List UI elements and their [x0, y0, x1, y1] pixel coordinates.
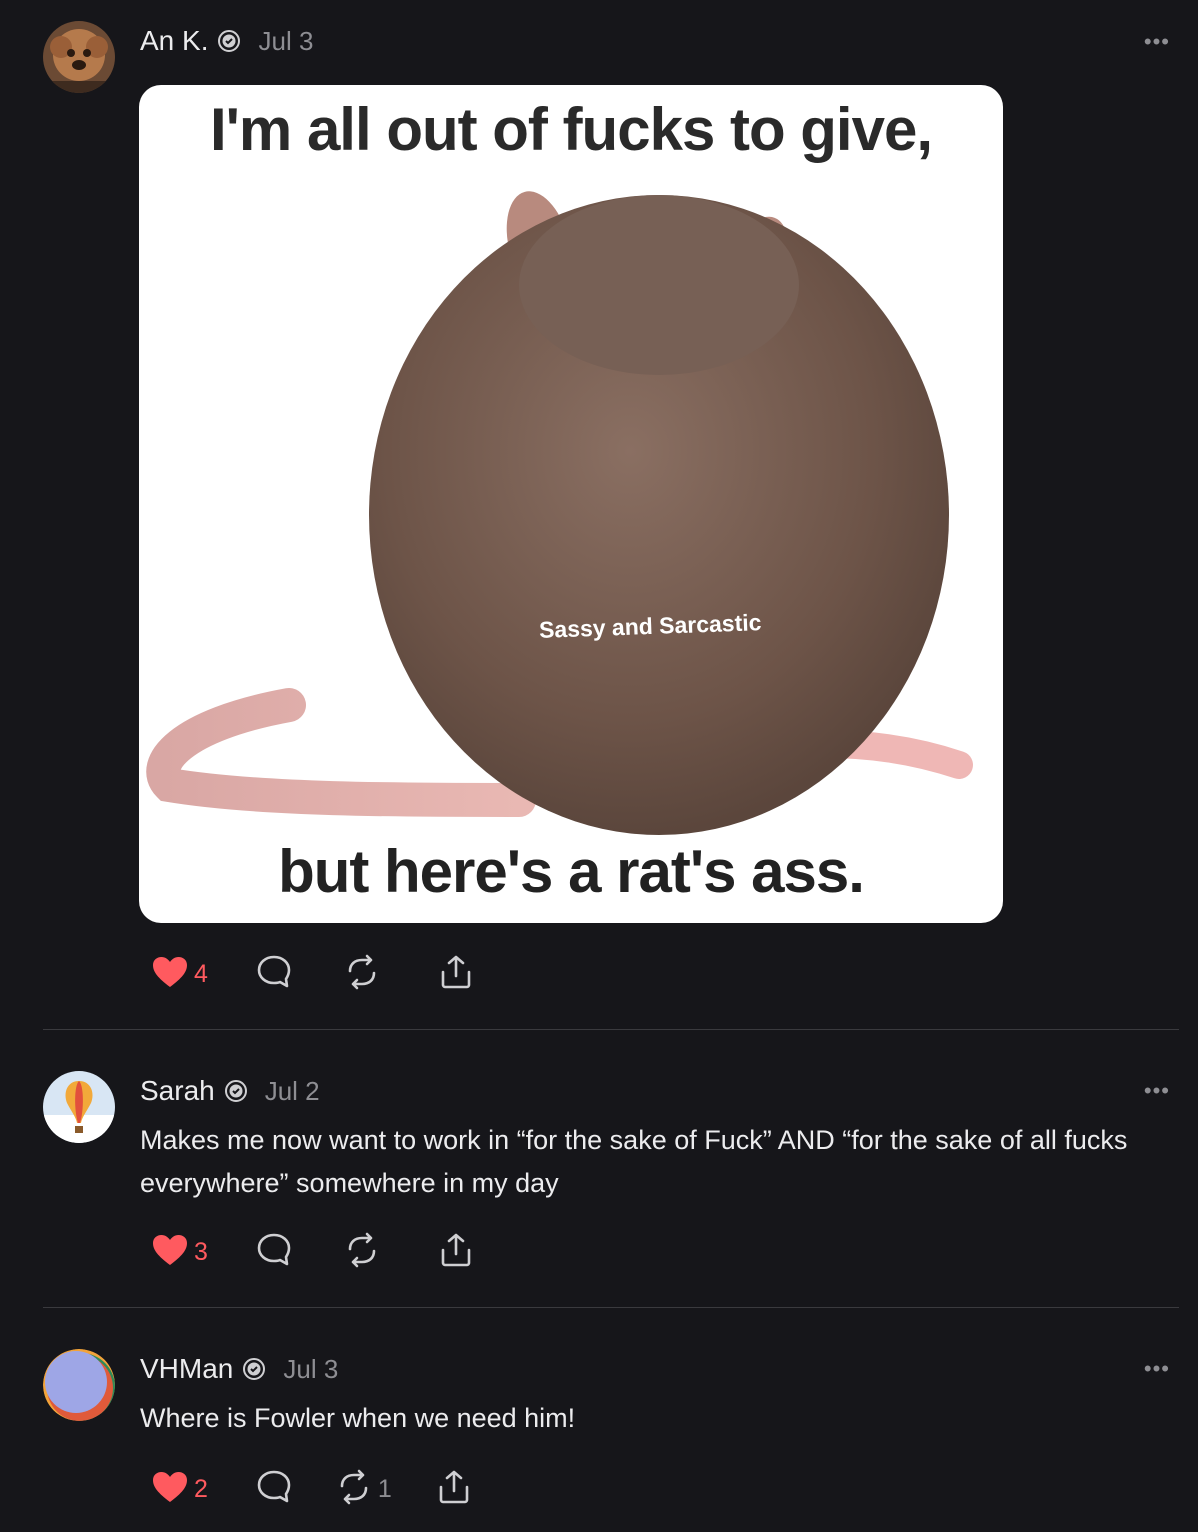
- heart-icon: [152, 1234, 188, 1271]
- avatar-an-k[interactable]: [43, 21, 115, 93]
- like-count: 2: [194, 1474, 208, 1503]
- more-icon[interactable]: •••: [1144, 1358, 1170, 1380]
- comment-button[interactable]: [256, 954, 292, 995]
- like-count: 4: [194, 959, 208, 988]
- repost-button[interactable]: [344, 1232, 386, 1273]
- post-header: Sarah Jul 2: [140, 1073, 320, 1109]
- more-icon[interactable]: •••: [1144, 31, 1170, 53]
- verified-badge-icon: [224, 1080, 247, 1102]
- avatar-sarah[interactable]: [43, 1071, 115, 1143]
- share-icon: [436, 1469, 472, 1510]
- post-actions: 2 1: [152, 1466, 472, 1512]
- comment-button[interactable]: [256, 1469, 292, 1510]
- like-button[interactable]: 4: [152, 956, 208, 993]
- more-icon[interactable]: •••: [1144, 1080, 1170, 1102]
- post-header: An K. Jul 3: [140, 23, 313, 59]
- repost-count: 1: [377, 1474, 392, 1503]
- post-divider: [43, 1029, 1179, 1030]
- comment-icon: [256, 954, 292, 995]
- share-icon: [438, 1232, 474, 1273]
- comment-button[interactable]: [256, 1232, 292, 1273]
- heart-icon: [152, 956, 188, 993]
- author-name[interactable]: An K.: [140, 25, 208, 57]
- repost-button[interactable]: 1: [336, 1469, 392, 1510]
- post-text: Makes me now want to work in “for the sa…: [140, 1125, 1128, 1198]
- share-icon: [438, 954, 474, 995]
- avatar-vhman[interactable]: [43, 1349, 115, 1421]
- comment-icon: [256, 1232, 292, 1273]
- repost-button[interactable]: [344, 954, 386, 995]
- repost-icon: [344, 954, 380, 995]
- comment-icon: [256, 1469, 292, 1510]
- post-text: Where is Fowler when we need him!: [140, 1403, 576, 1433]
- post-date[interactable]: Jul 2: [265, 1076, 320, 1107]
- share-button[interactable]: [438, 1232, 474, 1273]
- like-count: 3: [194, 1237, 208, 1266]
- post-actions: 3: [152, 1229, 474, 1275]
- post-actions: 4: [152, 951, 474, 997]
- post-date[interactable]: Jul 3: [258, 26, 313, 57]
- meme-bottom-text: but here's a rat's ass.: [278, 838, 865, 905]
- post-date[interactable]: Jul 3: [283, 1354, 338, 1385]
- share-button[interactable]: [436, 1469, 472, 1510]
- like-button[interactable]: 3: [152, 1234, 208, 1271]
- post-header: VHMan Jul 3: [140, 1351, 338, 1387]
- post-1: An K. Jul 3 ••• I'm all out of fucks to …: [0, 0, 1198, 1030]
- like-button[interactable]: 2: [152, 1471, 208, 1508]
- repost-icon: [336, 1469, 372, 1510]
- author-name[interactable]: VHMan: [140, 1353, 233, 1385]
- post-image[interactable]: I'm all out of fucks to give, Sassy and …: [139, 85, 1003, 923]
- heart-icon: [152, 1471, 188, 1508]
- verified-badge-icon: [243, 1358, 266, 1380]
- post-divider: [43, 1307, 1179, 1308]
- share-button[interactable]: [438, 954, 474, 995]
- verified-badge-icon: [218, 30, 241, 52]
- author-name[interactable]: Sarah: [140, 1075, 215, 1107]
- repost-icon: [344, 1232, 380, 1273]
- meme-top-text: I'm all out of fucks to give,: [209, 96, 933, 163]
